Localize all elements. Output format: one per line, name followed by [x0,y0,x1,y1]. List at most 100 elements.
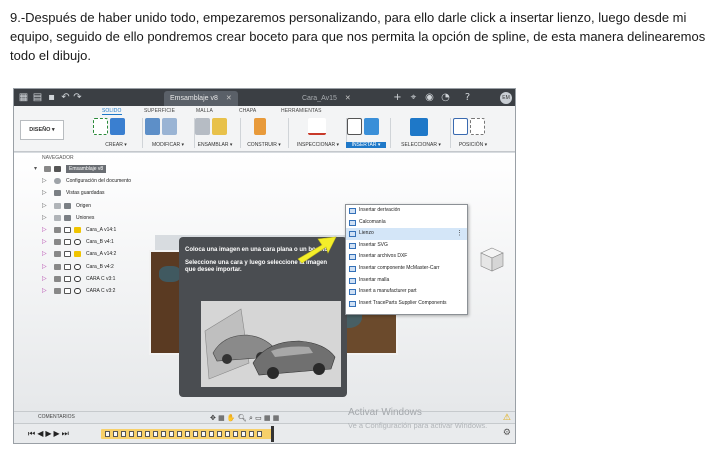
browser-item-cara-b-1[interactable]: ▷ Cara_B v4:1 [26,236,166,248]
browser-item-config[interactable]: ▷ Configuración del documento [26,175,166,187]
eye-icon[interactable] [54,287,61,294]
warning-icon[interactable]: ⚠ [503,412,511,423]
tab-chapa[interactable]: CHAPA [239,108,256,114]
toolbar-ribbon: SOLIDO SUPERFICIE MALLA CHAPA HERRAMIENT… [14,106,515,152]
folder-icon [64,202,71,209]
extensions-icon[interactable]: ⌖ [408,92,419,103]
modify-group[interactable]: MODIFICAR ▾ [144,116,192,150]
menu-item-insert-svg[interactable]: Insertar SVG [346,240,467,252]
insert-dropdown-menu: Insertar derivación Calcomanía Lienzo ⋮ I… [345,204,468,315]
folder-icon [64,214,71,221]
menu-item-traceparts[interactable]: Insert TraceParts Supplier Components [346,298,467,310]
component-icon [64,263,71,270]
capture-position-icon[interactable] [470,118,485,135]
menu-item-insert-dxf[interactable]: Insertar archivos DXF [346,251,467,263]
eye-icon[interactable] [54,214,61,221]
canvas-viewport[interactable]: NAVEGADOR ▾ Emsamblaje v8 ▷ Configuració… [14,153,515,411]
menu-item-decal[interactable]: Calcomanía [346,217,467,229]
modify-label: MODIFICAR ▾ [152,142,184,148]
file-icon[interactable]: ▤ [32,92,43,103]
browser-item-joints[interactable]: ▷ Uniones [26,212,166,224]
save-icon[interactable]: ▪ [46,92,57,103]
create-group[interactable]: CREAR ▾ [92,116,140,150]
measure-icon[interactable] [308,118,326,135]
align-icon[interactable] [453,118,468,135]
browser-item-views[interactable]: ▷ Vistas guardadas [26,187,166,199]
windows-activation-title: Activar Windows [348,407,422,418]
inspect-group[interactable]: INSPECCIONAR ▾ [292,116,344,150]
eye-icon[interactable] [54,239,61,246]
insert-label[interactable]: INSERTAR ▾ [346,142,386,148]
press-pull-icon[interactable] [145,118,160,135]
construct-group[interactable]: CONSTRUIR ▾ [244,116,284,150]
close-icon[interactable]: ✕ [345,95,351,102]
timeline-marker[interactable] [271,426,274,442]
gear-icon[interactable]: ⚙ [503,428,511,438]
browser-item-cara-b-2[interactable]: ▷ Cara_B v4:2 [26,261,166,273]
select-group[interactable]: SELECCIONAR ▾ [394,116,448,150]
undo-icon[interactable]: ↶ [60,92,71,103]
viewcube[interactable] [479,246,505,274]
eye-icon[interactable] [54,251,61,258]
tab-herramientas[interactable]: HERRAMIENTAS [281,108,322,114]
joint-icon[interactable] [212,118,227,135]
menu-item-insert-mesh[interactable]: Insertar malla [346,275,467,287]
menu-item-mcmaster[interactable]: Insertar componente McMaster-Carr [346,263,467,275]
add-tab-icon[interactable]: + [392,92,403,103]
tab-ensamblaje[interactable]: Emsamblaje v8 ✕ [164,91,238,106]
warning-icon [74,251,81,258]
offset-plane-icon[interactable] [254,118,266,135]
browser-item-cara-c-1[interactable]: ▷ CARA C v3:1 [26,273,166,285]
tab-cara-a[interactable]: Cara_Av15 ✕ [296,91,357,106]
link-icon [74,239,81,246]
tab-superficie[interactable]: SUPERFICIE [144,108,175,114]
fillet-icon[interactable] [162,118,177,135]
sketch-icon[interactable] [93,118,108,135]
windows-activation-subtitle: Ve a Configuración para activar Windows. [348,421,488,430]
workspace-selector[interactable]: DISEÑO ▾ [20,120,64,140]
insert-group[interactable]: INSERTAR ▾ [346,116,386,150]
fusion360-window: ▦ ▤ ▪ ↶ ↷ Emsamblaje v8 ✕ Cara_Av15 ✕ + ⌖ … [13,88,516,444]
gear-icon [54,178,61,185]
notifications-icon[interactable]: ◔ [440,92,451,103]
position-group[interactable]: POSICIÓN ▾ [452,116,494,150]
menu-item-insert-derive[interactable]: Insertar derivación [346,205,467,217]
help-icon[interactable]: ? [462,92,473,103]
tab-label: Cara_Av15 [302,95,337,102]
browser-item-origin[interactable]: ▷ Origen [26,200,166,212]
browser-item-cara-a-1[interactable]: ▷ Cara_A v14:1 [26,224,166,236]
grid-menu-icon[interactable]: ▦ [18,92,29,103]
link-icon [74,263,81,270]
menu-item-canvas[interactable]: Lienzo ⋮ [346,228,467,240]
tab-malla[interactable]: MALLA [196,108,213,114]
menu-item-manufacturer-part[interactable]: Insert a manufacturer part [346,286,467,298]
eye-icon[interactable] [54,202,61,209]
browser-root[interactable]: ▾ Emsamblaje v8 [26,163,166,175]
comments-label[interactable]: COMENTARIOS [38,414,75,420]
component-icon [54,166,61,172]
tab-label: Emsamblaje v8 [170,95,218,102]
assemble-group[interactable]: ENSAMBLAR ▾ [194,116,236,150]
more-options-icon[interactable]: ⋮ [456,228,463,240]
new-component-icon[interactable] [195,118,210,135]
job-status-icon[interactable]: ◉ [424,92,435,103]
browser-header[interactable]: NAVEGADOR [26,153,166,163]
redo-icon[interactable]: ↷ [72,92,83,103]
tab-solido[interactable]: SOLIDO [102,108,122,115]
timeline-controls[interactable]: ⏮◀▶▶⏭ [28,429,71,439]
timeline-track[interactable] [101,429,273,439]
eye-icon[interactable] [54,275,61,282]
eye-icon[interactable] [54,226,61,233]
eye-icon[interactable] [54,263,61,270]
close-icon[interactable]: ✕ [226,95,232,102]
browser-item-cara-a-2[interactable]: ▷ Cara_A v14:2 [26,248,166,260]
avatar[interactable]: EM [500,92,512,104]
select-icon[interactable] [410,118,428,136]
component-icon [64,239,71,246]
browser-item-cara-c-2[interactable]: ▷ CARA C v3:2 [26,285,166,297]
folder-icon [54,190,61,197]
extrude-icon[interactable] [110,118,125,135]
insert-image-icon[interactable] [364,118,379,135]
insert-derive-icon[interactable] [347,118,362,135]
eye-icon[interactable] [44,166,51,172]
